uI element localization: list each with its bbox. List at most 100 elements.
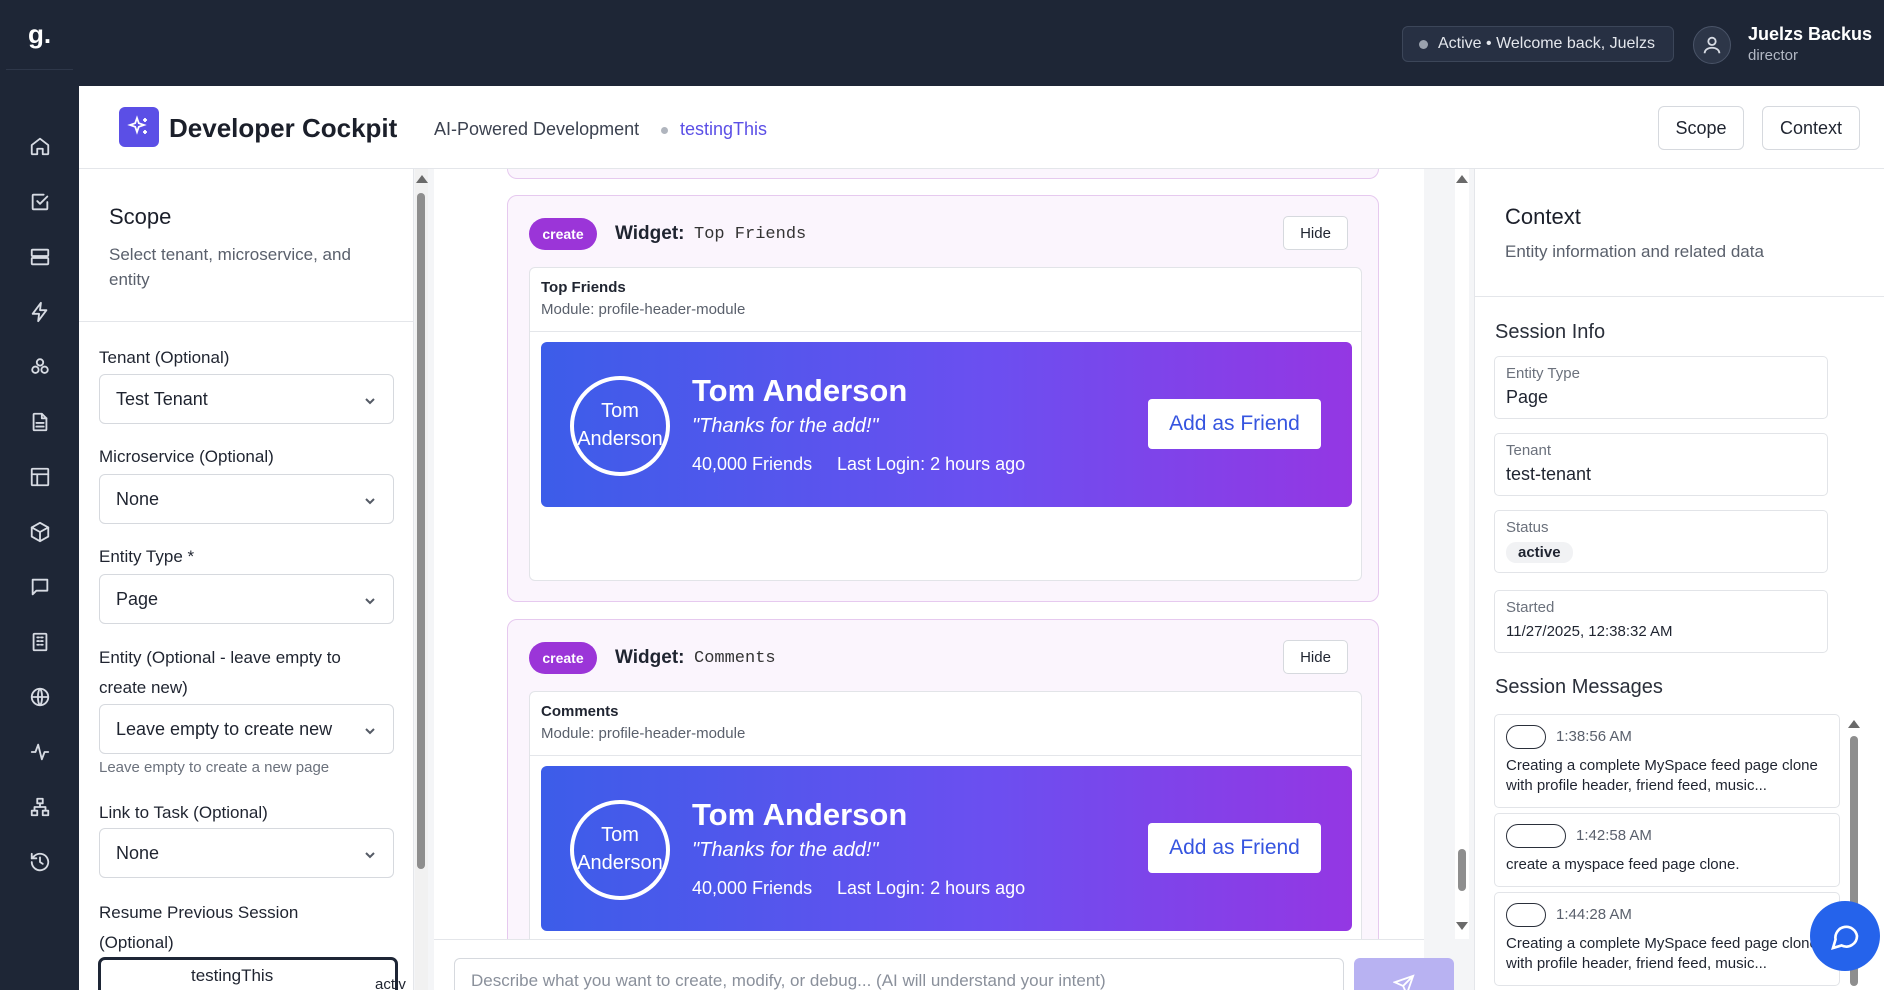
session-message-item[interactable]: 1:42:58 AM create a myspace feed page cl…	[1494, 813, 1840, 887]
tenant-value: Test Tenant	[116, 388, 208, 409]
cube-icon	[30, 521, 49, 543]
divider	[530, 755, 1361, 756]
add-friend-button[interactable]: Add as Friend	[1148, 399, 1321, 449]
widget-name: Top Friends	[694, 225, 807, 244]
entity-select[interactable]: Leave empty to create new	[99, 704, 394, 754]
nav-history[interactable]	[0, 842, 79, 882]
user-icon	[1703, 36, 1721, 54]
info-key: Tenant	[1506, 442, 1552, 459]
nav-activity[interactable]	[0, 732, 79, 772]
message-time: 1:38:56 AM	[1556, 728, 1632, 745]
bolt-icon	[31, 301, 47, 323]
task-label: Link to Task (Optional)	[99, 803, 268, 822]
resume-label: Resume Previous Session (Optional)	[99, 903, 299, 952]
brand-logo[interactable]: g.	[6, 0, 73, 70]
microservice-label: Microservice (Optional)	[99, 447, 274, 466]
scrollbar-thumb[interactable]	[417, 193, 425, 869]
avatar[interactable]	[1693, 26, 1731, 64]
nav-actions[interactable]	[0, 292, 79, 332]
sparkles-icon	[119, 107, 159, 147]
status-info: Status active	[1494, 510, 1828, 573]
send-button[interactable]	[1354, 958, 1454, 990]
context-title: Context	[1505, 204, 1581, 229]
info-value: test-tenant	[1506, 464, 1592, 484]
hide-button[interactable]: Hide	[1283, 216, 1348, 250]
chevron-down-icon	[363, 592, 377, 606]
entity-label: Entity (Optional - leave empty to create…	[99, 648, 341, 697]
scroll-down-icon[interactable]	[1456, 922, 1468, 930]
task-select[interactable]: None	[99, 828, 394, 878]
context-panel: Context Entity information and related d…	[1474, 169, 1884, 990]
chat-scrollbar[interactable]	[1455, 169, 1469, 939]
scope-button[interactable]: Scope	[1658, 106, 1744, 150]
status-badge: active	[1506, 542, 1573, 563]
tenant-select[interactable]: Test Tenant	[99, 374, 394, 424]
divider	[79, 321, 413, 322]
info-value: 11/27/2025, 12:38:32 AM	[1506, 623, 1673, 640]
nav-network[interactable]	[0, 787, 79, 827]
widget-preview-title: Comments	[541, 703, 619, 720]
chat-icon	[31, 578, 48, 596]
nav-packages[interactable]	[0, 512, 79, 552]
create-badge: create	[529, 642, 597, 674]
profile-friends-count: 40,000 Friends	[692, 878, 813, 898]
nav-globe[interactable]	[0, 677, 79, 717]
database-icon	[30, 248, 49, 266]
message-text: Creating a complete MySpace feed page cl…	[1506, 935, 1818, 972]
scroll-up-icon[interactable]	[416, 175, 428, 183]
nav-home[interactable]	[0, 126, 79, 166]
tenant-info: Tenant test-tenant	[1494, 433, 1828, 496]
chevron-down-icon	[363, 392, 377, 406]
create-badge: create	[529, 218, 597, 250]
entity-type-select[interactable]: Page	[99, 574, 394, 624]
status-dot-icon	[1419, 39, 1428, 49]
context-button[interactable]: Context	[1762, 106, 1860, 150]
session-message-item[interactable]: 1:38:56 AM Creating a complete MySpace f…	[1494, 714, 1840, 808]
nav-documents[interactable]	[0, 402, 79, 442]
globe-icon	[30, 687, 49, 707]
hide-button[interactable]: Hide	[1283, 640, 1348, 674]
started-info: Started 11/27/2025, 12:38:32 AM	[1494, 590, 1828, 653]
scrollbar-thumb[interactable]	[1458, 849, 1466, 891]
microservice-value: None	[116, 488, 160, 509]
scroll-up-icon[interactable]	[1848, 720, 1860, 728]
context-description: Entity information and related data	[1505, 242, 1764, 261]
nav-tasks[interactable]	[0, 182, 79, 222]
microservice-select[interactable]: None	[99, 474, 394, 524]
layout-icon	[30, 467, 49, 487]
prompt-input[interactable]: Describe what you want to create, modify…	[454, 958, 1344, 990]
widget-card: create Widget: Comments Hide Comments Mo…	[507, 619, 1379, 939]
scope-title: Scope	[109, 204, 172, 229]
nav-organizations[interactable]	[0, 622, 79, 662]
nav-layout[interactable]	[0, 457, 79, 497]
widget-card: create Widget: Top Friends Hide Top Frie…	[507, 195, 1379, 602]
nav-chat[interactable]	[0, 567, 79, 607]
message-text: create a myspace feed page clone.	[1506, 856, 1740, 873]
widget-module: Module: profile-header-module	[541, 725, 746, 742]
scope-scrollbar[interactable]	[415, 169, 428, 990]
nav-database[interactable]	[0, 237, 79, 277]
profile-friends-count: 40,000 Friends	[692, 454, 813, 474]
network-icon	[30, 797, 49, 817]
profile-quote: "Thanks for the add!"	[692, 839, 879, 861]
role-badge	[1506, 824, 1566, 848]
profile-name: Tom Anderson	[692, 797, 908, 832]
project-name[interactable]: testingThis	[680, 119, 767, 140]
nav-cluster[interactable]	[0, 347, 79, 387]
scope-description: Select tenant, microservice, and entity	[109, 245, 351, 289]
profile-header: Tom Anderson Tom Anderson "Thanks for th…	[541, 342, 1352, 507]
resume-session-option[interactable]: testingThis activ	[98, 957, 406, 990]
activity-icon	[30, 743, 49, 761]
chat-support-button[interactable]	[1810, 901, 1880, 971]
status-text: Active • Welcome back, Juelzs	[1438, 35, 1655, 52]
send-icon	[1393, 974, 1415, 990]
separator-dot	[661, 127, 668, 134]
session-message-item[interactable]: 1:44:28 AM Creating a complete MySpace f…	[1494, 892, 1840, 986]
scroll-up-icon[interactable]	[1456, 175, 1468, 183]
resume-session-status: activ	[375, 976, 406, 990]
info-key: Started	[1506, 599, 1555, 616]
message-text: Creating a complete MySpace feed page cl…	[1506, 757, 1818, 794]
chevron-down-icon	[363, 722, 377, 736]
page-header: Developer Cockpit AI-Powered Development…	[79, 86, 1884, 169]
add-friend-button[interactable]: Add as Friend	[1148, 823, 1321, 873]
